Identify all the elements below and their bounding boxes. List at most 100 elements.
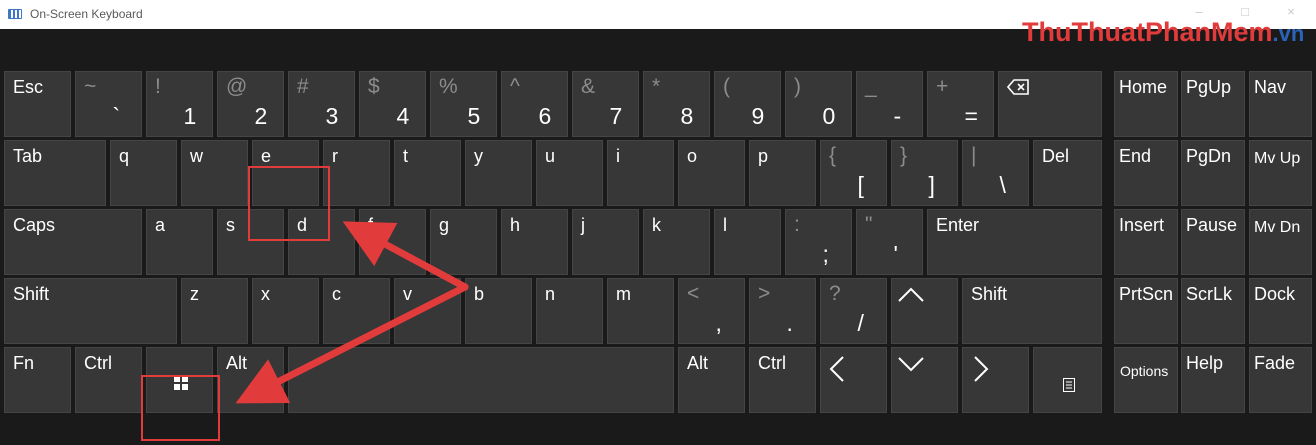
key-6[interactable]: ^ 6 [501, 71, 568, 137]
key-equals[interactable]: + = [927, 71, 994, 137]
key-end[interactable]: End [1114, 140, 1178, 206]
key-dock[interactable]: Dock [1249, 278, 1312, 344]
key-s[interactable]: s [217, 209, 284, 275]
key-label: a [155, 215, 166, 235]
key-shift-label: # [297, 75, 309, 98]
key-comma[interactable]: <, [678, 278, 745, 344]
key-tab[interactable]: Tab [4, 140, 106, 206]
key-l[interactable]: l [714, 209, 781, 275]
key-label: w [190, 146, 203, 166]
key-3[interactable]: #3 [288, 71, 355, 137]
key-pgdn[interactable]: PgDn [1181, 140, 1245, 206]
key-n[interactable]: n [536, 278, 603, 344]
key-k[interactable]: k [643, 209, 710, 275]
key-p[interactable]: p [749, 140, 816, 206]
key-label: v [403, 284, 412, 304]
key-v[interactable]: v [394, 278, 461, 344]
key-semicolon[interactable]: :; [785, 209, 852, 275]
key-caps[interactable]: Caps [4, 209, 142, 275]
key-label: Caps [13, 215, 56, 235]
key-a[interactable]: a [146, 209, 213, 275]
key-t[interactable]: t [394, 140, 461, 206]
key-alt-right[interactable]: Alt [678, 347, 745, 413]
key-ctrl-left[interactable]: Ctrl [75, 347, 142, 413]
key-fade[interactable]: Fade [1249, 347, 1312, 413]
key-4[interactable]: $4 [359, 71, 426, 137]
key-help[interactable]: Help [1181, 347, 1245, 413]
key-arrow-right[interactable] [962, 347, 1029, 413]
key-label: e [261, 146, 272, 166]
key-u[interactable]: u [536, 140, 603, 206]
key-arrow-up[interactable] [891, 278, 958, 344]
key-shift-label: @ [226, 75, 248, 98]
key-scrlk[interactable]: ScrLk [1181, 278, 1245, 344]
key-backslash[interactable]: | \ [962, 140, 1029, 206]
key-0[interactable]: ) 0 [785, 71, 852, 137]
key-minus[interactable]: _ - [856, 71, 923, 137]
key-label: Alt [687, 353, 709, 373]
key-esc[interactable]: Esc [4, 71, 71, 137]
key-shift-left[interactable]: Shift [4, 278, 177, 344]
menu-icon [1062, 378, 1075, 392]
key-prtscn[interactable]: PrtScn [1114, 278, 1178, 344]
key-period[interactable]: >. [749, 278, 816, 344]
key-primary-label: ; [822, 241, 829, 267]
key-del[interactable]: Del [1033, 140, 1102, 206]
key-o[interactable]: o [678, 140, 745, 206]
key-primary-label: 7 [609, 103, 623, 129]
key-d[interactable]: d [288, 209, 355, 275]
key-primary-label: 1 [183, 103, 197, 129]
key-b[interactable]: b [465, 278, 532, 344]
key-mv-dn[interactable]: Mv Dn [1249, 209, 1312, 275]
key-mv-up[interactable]: Mv Up [1249, 140, 1312, 206]
key-e[interactable]: e [252, 140, 319, 206]
key-g[interactable]: g [430, 209, 497, 275]
windows-icon [173, 376, 188, 390]
key-label: b [474, 284, 485, 304]
key-8[interactable]: * 8 [643, 71, 710, 137]
key-j[interactable]: j [572, 209, 639, 275]
key-label: h [510, 215, 521, 235]
key-options[interactable]: Options [1114, 347, 1178, 413]
key-pause[interactable]: Pause [1181, 209, 1245, 275]
key-ctrl-right[interactable]: Ctrl [749, 347, 816, 413]
key-windows[interactable] [146, 347, 213, 413]
key-7[interactable]: & 7 [572, 71, 639, 137]
key-quote[interactable]: " ' [856, 209, 923, 275]
key-w[interactable]: w [181, 140, 248, 206]
key-alt-left[interactable]: Alt [217, 347, 284, 413]
key-c[interactable]: c [323, 278, 390, 344]
key-q[interactable]: q [110, 140, 177, 206]
key-slash[interactable]: ? / [820, 278, 887, 344]
key-close-bracket[interactable]: }] [891, 140, 958, 206]
key-label: Shift [971, 284, 1008, 304]
key-m[interactable]: m [607, 278, 674, 344]
key-home[interactable]: Home [1114, 71, 1178, 137]
key-x[interactable]: x [252, 278, 319, 344]
key-nav[interactable]: Nav [1249, 71, 1312, 137]
key-backspace[interactable] [998, 71, 1102, 137]
key-2[interactable]: @2 [217, 71, 284, 137]
key-label: y [474, 146, 483, 166]
key-enter[interactable]: Enter [927, 209, 1102, 275]
key-arrow-down[interactable] [891, 347, 958, 413]
key-open-bracket[interactable]: {[ [820, 140, 887, 206]
key-i[interactable]: i [607, 140, 674, 206]
key-space[interactable] [288, 347, 674, 413]
key-arrow-left[interactable] [820, 347, 887, 413]
chevron-up-icon [898, 287, 924, 302]
key-1[interactable]: ! 1 [146, 71, 213, 137]
key-9[interactable]: (9 [714, 71, 781, 137]
key-5[interactable]: % 5 [430, 71, 497, 137]
key-z[interactable]: z [181, 278, 248, 344]
key-y[interactable]: y [465, 140, 532, 206]
key-insert[interactable]: Insert [1114, 209, 1178, 275]
key-shift-right[interactable]: Shift [962, 278, 1102, 344]
key-f[interactable]: f [359, 209, 426, 275]
key-backtick[interactable]: ~ ` [75, 71, 142, 137]
key-pgup[interactable]: PgUp [1181, 71, 1245, 137]
key-r[interactable]: r [323, 140, 390, 206]
key-fn[interactable]: Fn [4, 347, 71, 413]
key-h[interactable]: h [501, 209, 568, 275]
key-menu[interactable] [1033, 347, 1102, 413]
